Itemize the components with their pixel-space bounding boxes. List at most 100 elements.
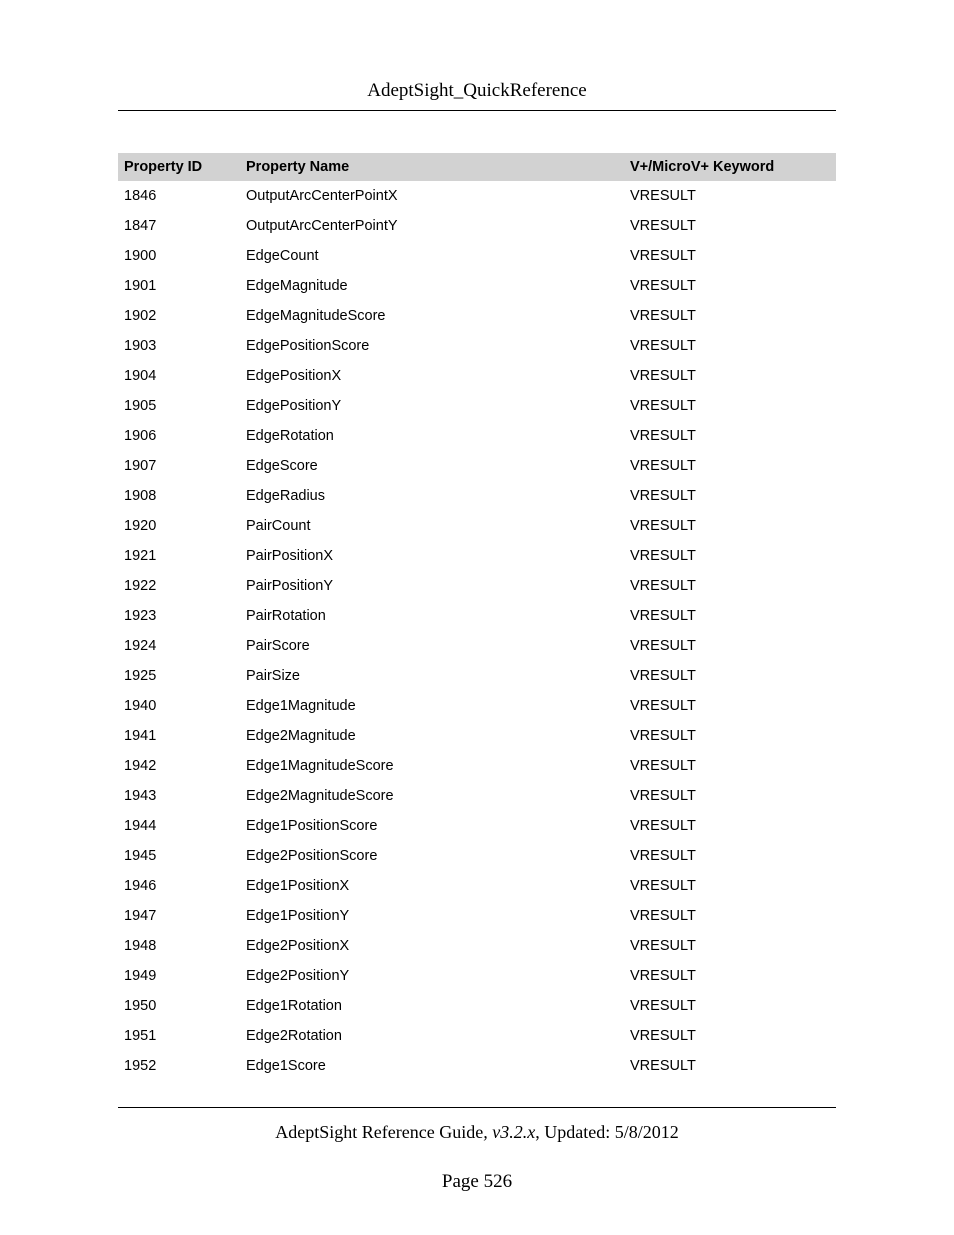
cell-property-id: 1949	[118, 961, 240, 991]
table-row: 1944Edge1PositionScoreVRESULT	[118, 811, 836, 841]
cell-keyword: VRESULT	[624, 331, 836, 361]
cell-property-id: 1943	[118, 781, 240, 811]
footer-version: , v3.2.x	[483, 1122, 535, 1142]
table-row: 1947Edge1PositionYVRESULT	[118, 901, 836, 931]
cell-property-name: EdgePositionScore	[240, 331, 624, 361]
col-header-keyword: V+/MicroV+ Keyword	[624, 153, 836, 181]
cell-keyword: VRESULT	[624, 901, 836, 931]
cell-property-id: 1900	[118, 241, 240, 271]
table-row: 1924PairScoreVRESULT	[118, 631, 836, 661]
cell-keyword: VRESULT	[624, 1051, 836, 1081]
table-row: 1950Edge1RotationVRESULT	[118, 991, 836, 1021]
cell-property-name: EdgeCount	[240, 241, 624, 271]
cell-property-id: 1904	[118, 361, 240, 391]
cell-keyword: VRESULT	[624, 241, 836, 271]
table-row: 1952Edge1ScoreVRESULT	[118, 1051, 836, 1081]
table-row: 1902EdgeMagnitudeScoreVRESULT	[118, 301, 836, 331]
table-row: 1900EdgeCountVRESULT	[118, 241, 836, 271]
table-header-row: Property ID Property Name V+/MicroV+ Key…	[118, 153, 836, 181]
cell-keyword: VRESULT	[624, 631, 836, 661]
cell-keyword: VRESULT	[624, 361, 836, 391]
cell-property-id: 1951	[118, 1021, 240, 1051]
cell-property-id: 1945	[118, 841, 240, 871]
cell-property-name: PairPositionY	[240, 571, 624, 601]
cell-property-id: 1847	[118, 211, 240, 241]
cell-property-id: 1921	[118, 541, 240, 571]
cell-property-id: 1952	[118, 1051, 240, 1081]
cell-property-name: Edge1MagnitudeScore	[240, 751, 624, 781]
table-row: 1941Edge2MagnitudeVRESULT	[118, 721, 836, 751]
cell-property-name: Edge1PositionScore	[240, 811, 624, 841]
footer-text: AdeptSight Reference Guide, v3.2.x, Upda…	[118, 1122, 836, 1143]
col-header-id: Property ID	[118, 153, 240, 181]
table-row: 1846OutputArcCenterPointXVRESULT	[118, 181, 836, 211]
footer-updated: , Updated: 5/8/2012	[535, 1122, 678, 1142]
cell-keyword: VRESULT	[624, 421, 836, 451]
cell-property-name: Edge2PositionX	[240, 931, 624, 961]
cell-keyword: VRESULT	[624, 661, 836, 691]
cell-keyword: VRESULT	[624, 541, 836, 571]
cell-keyword: VRESULT	[624, 601, 836, 631]
table-row: 1922PairPositionYVRESULT	[118, 571, 836, 601]
cell-property-id: 1846	[118, 181, 240, 211]
cell-property-name: Edge1PositionX	[240, 871, 624, 901]
cell-property-id: 1942	[118, 751, 240, 781]
cell-property-id: 1948	[118, 931, 240, 961]
table-row: 1943Edge2MagnitudeScoreVRESULT	[118, 781, 836, 811]
cell-keyword: VRESULT	[624, 691, 836, 721]
cell-property-name: Edge2Magnitude	[240, 721, 624, 751]
table-row: 1920PairCountVRESULT	[118, 511, 836, 541]
cell-property-name: OutputArcCenterPointX	[240, 181, 624, 211]
cell-property-name: EdgeMagnitude	[240, 271, 624, 301]
cell-property-id: 1925	[118, 661, 240, 691]
table-row: 1903EdgePositionScoreVRESULT	[118, 331, 836, 361]
cell-property-id: 1941	[118, 721, 240, 751]
document-page: AdeptSight_QuickReference Property ID Pr…	[0, 0, 954, 1235]
table-row: 1940Edge1MagnitudeVRESULT	[118, 691, 836, 721]
cell-keyword: VRESULT	[624, 481, 836, 511]
cell-keyword: VRESULT	[624, 811, 836, 841]
cell-property-id: 1905	[118, 391, 240, 421]
cell-keyword: VRESULT	[624, 781, 836, 811]
table-row: 1942Edge1MagnitudeScoreVRESULT	[118, 751, 836, 781]
cell-keyword: VRESULT	[624, 181, 836, 211]
cell-property-name: EdgeScore	[240, 451, 624, 481]
cell-property-name: Edge1Magnitude	[240, 691, 624, 721]
cell-keyword: VRESULT	[624, 301, 836, 331]
cell-property-name: Edge1Rotation	[240, 991, 624, 1021]
cell-property-name: Edge2MagnitudeScore	[240, 781, 624, 811]
cell-property-name: Edge2Rotation	[240, 1021, 624, 1051]
cell-property-name: Edge1PositionY	[240, 901, 624, 931]
cell-property-name: EdgeMagnitudeScore	[240, 301, 624, 331]
table-row: 1949Edge2PositionYVRESULT	[118, 961, 836, 991]
cell-property-id: 1902	[118, 301, 240, 331]
cell-property-id: 1920	[118, 511, 240, 541]
cell-property-id: 1924	[118, 631, 240, 661]
table-row: 1906EdgeRotationVRESULT	[118, 421, 836, 451]
cell-keyword: VRESULT	[624, 991, 836, 1021]
cell-keyword: VRESULT	[624, 391, 836, 421]
cell-keyword: VRESULT	[624, 571, 836, 601]
table-row: 1946Edge1PositionXVRESULT	[118, 871, 836, 901]
cell-property-id: 1950	[118, 991, 240, 1021]
cell-property-name: Edge2PositionScore	[240, 841, 624, 871]
cell-property-id: 1906	[118, 421, 240, 451]
cell-keyword: VRESULT	[624, 871, 836, 901]
page-footer: AdeptSight Reference Guide, v3.2.x, Upda…	[118, 1107, 836, 1193]
cell-property-id: 1923	[118, 601, 240, 631]
table-row: 1904EdgePositionXVRESULT	[118, 361, 836, 391]
table-row: 1907EdgeScoreVRESULT	[118, 451, 836, 481]
table-row: 1847OutputArcCenterPointYVRESULT	[118, 211, 836, 241]
table-row: 1921PairPositionXVRESULT	[118, 541, 836, 571]
cell-property-name: PairSize	[240, 661, 624, 691]
cell-property-name: PairRotation	[240, 601, 624, 631]
col-header-name: Property Name	[240, 153, 624, 181]
page-header-title: AdeptSight_QuickReference	[118, 80, 836, 102]
cell-keyword: VRESULT	[624, 511, 836, 541]
header-rule	[118, 110, 836, 111]
table-row: 1945Edge2PositionScoreVRESULT	[118, 841, 836, 871]
cell-keyword: VRESULT	[624, 961, 836, 991]
cell-property-name: OutputArcCenterPointY	[240, 211, 624, 241]
cell-property-name: Edge1Score	[240, 1051, 624, 1081]
cell-property-id: 1940	[118, 691, 240, 721]
